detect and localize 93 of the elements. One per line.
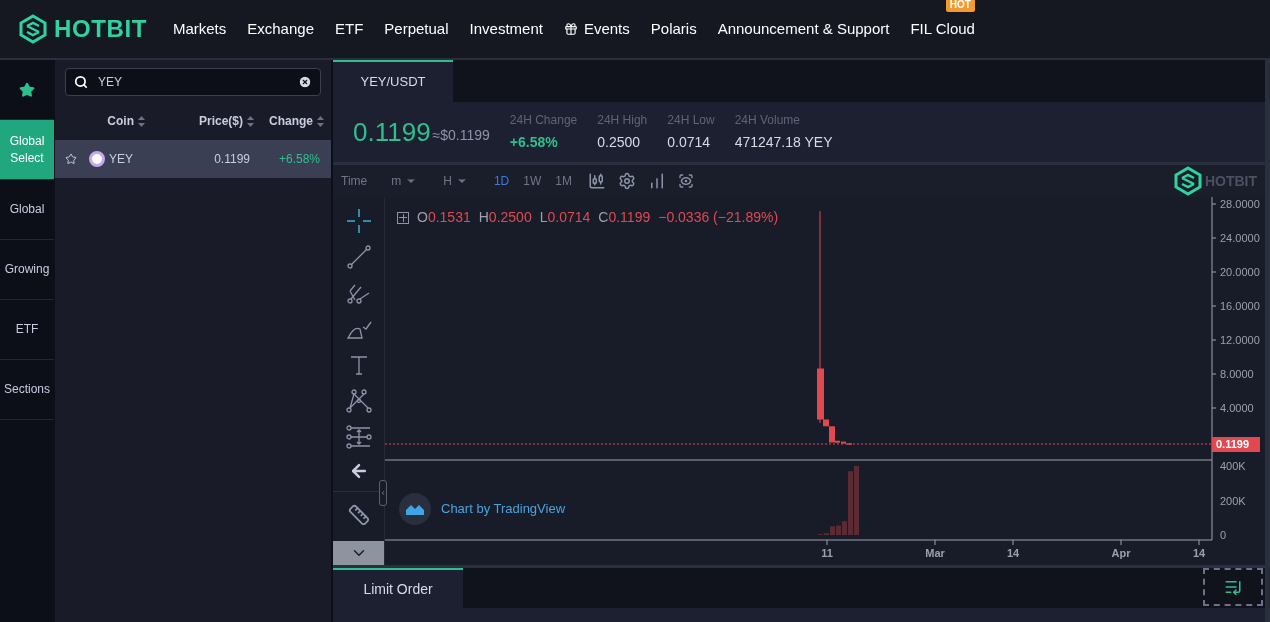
interval-button[interactable]: 1M xyxy=(555,172,572,190)
pattern-icon[interactable] xyxy=(345,389,372,413)
nav-link[interactable]: Perpetual xyxy=(384,17,449,41)
gift-icon xyxy=(563,22,578,36)
collapse-handle[interactable] xyxy=(379,480,387,506)
interval-button[interactable]: 1D xyxy=(493,172,510,190)
list-icon xyxy=(1224,578,1242,596)
legend-key: L xyxy=(539,207,548,228)
clear-icon[interactable] xyxy=(298,75,312,89)
price-axis-label: 8.0000 xyxy=(1220,367,1254,381)
interval-button[interactable]: Time xyxy=(341,172,368,190)
time-axis-label: 11 xyxy=(820,546,834,560)
pair-tab[interactable]: YEY/USDT xyxy=(333,60,453,102)
stat-value: 0.0714 xyxy=(667,133,712,152)
sort-icon xyxy=(138,115,145,127)
order-tab[interactable]: Limit Order xyxy=(333,568,463,608)
last-price: 0.1199 xyxy=(353,115,431,149)
sort-icon xyxy=(247,115,254,127)
favorite-star-icon[interactable] xyxy=(65,153,77,165)
nav-link[interactable]: Announcement & Support xyxy=(717,17,890,41)
nav-link[interactable]: Exchange xyxy=(247,17,314,41)
chevron-left-icon xyxy=(380,489,386,497)
legend-value: 0.2500 xyxy=(488,208,532,227)
logo-icon xyxy=(18,14,48,44)
time-axis-label: Mar xyxy=(924,546,946,560)
nav-link[interactable]: Markets xyxy=(172,17,227,41)
search-icon xyxy=(74,75,88,89)
coin-price: 0.1199 xyxy=(213,151,250,168)
column-header[interactable]: Change xyxy=(269,112,313,130)
usd-price: ≈$0.1199 xyxy=(432,125,490,145)
price-axis-label: 20.0000 xyxy=(1220,265,1260,279)
stat-value: 0.2500 xyxy=(597,133,642,152)
order-panel-toggle[interactable] xyxy=(1203,568,1263,606)
trend-line-icon[interactable] xyxy=(346,245,371,269)
legend-value: 0.1199 xyxy=(608,208,651,227)
legend-change: −0.0336 (−21.89%) xyxy=(658,208,779,227)
time-axis-label: 14 xyxy=(1005,546,1021,560)
stat-value: +6.58% xyxy=(509,133,559,152)
time-axis-label: 14 xyxy=(1191,546,1207,560)
coin-row[interactable]: YEY 0.1199 +6.58% xyxy=(55,140,331,178)
price-axis-label: 12.0000 xyxy=(1220,333,1260,347)
volume-axis-label: 200K xyxy=(1220,493,1246,508)
logo-icon xyxy=(1172,166,1203,196)
interval-button[interactable]: 1W xyxy=(523,172,542,190)
price-axis-label: 4.0000 xyxy=(1220,401,1254,415)
stat-label: 24H Low xyxy=(667,112,715,129)
crosshair-icon[interactable] xyxy=(345,208,372,234)
hot-badge: HOT xyxy=(945,0,975,12)
last-price-label: 0.1199 xyxy=(1212,436,1260,452)
legend-value: 0.0714 xyxy=(547,208,591,227)
stat-label: 24H High xyxy=(597,112,648,129)
category-tab[interactable]: Global xyxy=(0,180,54,240)
screenshot-icon[interactable] xyxy=(677,173,694,189)
legend-key: H xyxy=(478,207,489,228)
nav-link[interactable]: Polaris xyxy=(650,17,697,41)
measure-icon[interactable] xyxy=(345,425,372,449)
interval-button[interactable]: H xyxy=(443,172,468,190)
tradingview-logo-icon xyxy=(399,493,431,525)
category-tab[interactable]: ETF xyxy=(0,300,54,360)
nav-link[interactable]: FIL Cloud xyxy=(910,17,975,41)
attribution-link[interactable]: Chart by TradingView xyxy=(441,499,566,519)
price-axis-label: 16.0000 xyxy=(1220,299,1260,313)
candles-icon[interactable] xyxy=(587,172,606,190)
ruler-icon[interactable] xyxy=(347,504,370,526)
coin-change: +6.58% xyxy=(277,151,320,168)
coin-name: YEY xyxy=(109,151,134,168)
column-header[interactable]: Coin xyxy=(107,112,134,130)
price-axis-label: 28.0000 xyxy=(1220,197,1260,211)
stat-label: 24H Volume xyxy=(734,112,802,129)
time-axis-label: Apr xyxy=(1110,546,1132,560)
legend-key: O xyxy=(417,207,428,228)
search-bar[interactable]: YEY xyxy=(65,68,321,96)
nav-link[interactable]: Events xyxy=(583,17,630,41)
category-tab[interactable]: Sections xyxy=(0,360,54,420)
stat-label: 24H Change xyxy=(509,112,578,129)
expand-icon[interactable] xyxy=(397,211,409,224)
category-tab[interactable]: Growing xyxy=(0,240,54,300)
brand-logo[interactable]: HOTBIT xyxy=(54,11,147,47)
volume-axis-label: 400K xyxy=(1220,459,1246,473)
star-icon xyxy=(19,81,35,98)
volume-axis-label: 0 xyxy=(1220,528,1227,542)
nav-link[interactable]: Investment xyxy=(469,17,543,41)
legend-value: 0.1531 xyxy=(427,208,471,227)
stat-value: 471247.18 YEY xyxy=(734,133,833,152)
nav-link[interactable]: ETF xyxy=(335,17,364,41)
search-input[interactable]: YEY xyxy=(98,73,288,91)
interval-button[interactable]: m xyxy=(391,172,418,190)
settings-icon[interactable] xyxy=(617,172,636,190)
column-header[interactable]: Price($) xyxy=(198,112,243,130)
price-axis-label: 24.0000 xyxy=(1220,231,1260,245)
sort-icon xyxy=(317,115,324,127)
coin-icon xyxy=(89,151,105,167)
legend-key: C xyxy=(598,207,609,228)
